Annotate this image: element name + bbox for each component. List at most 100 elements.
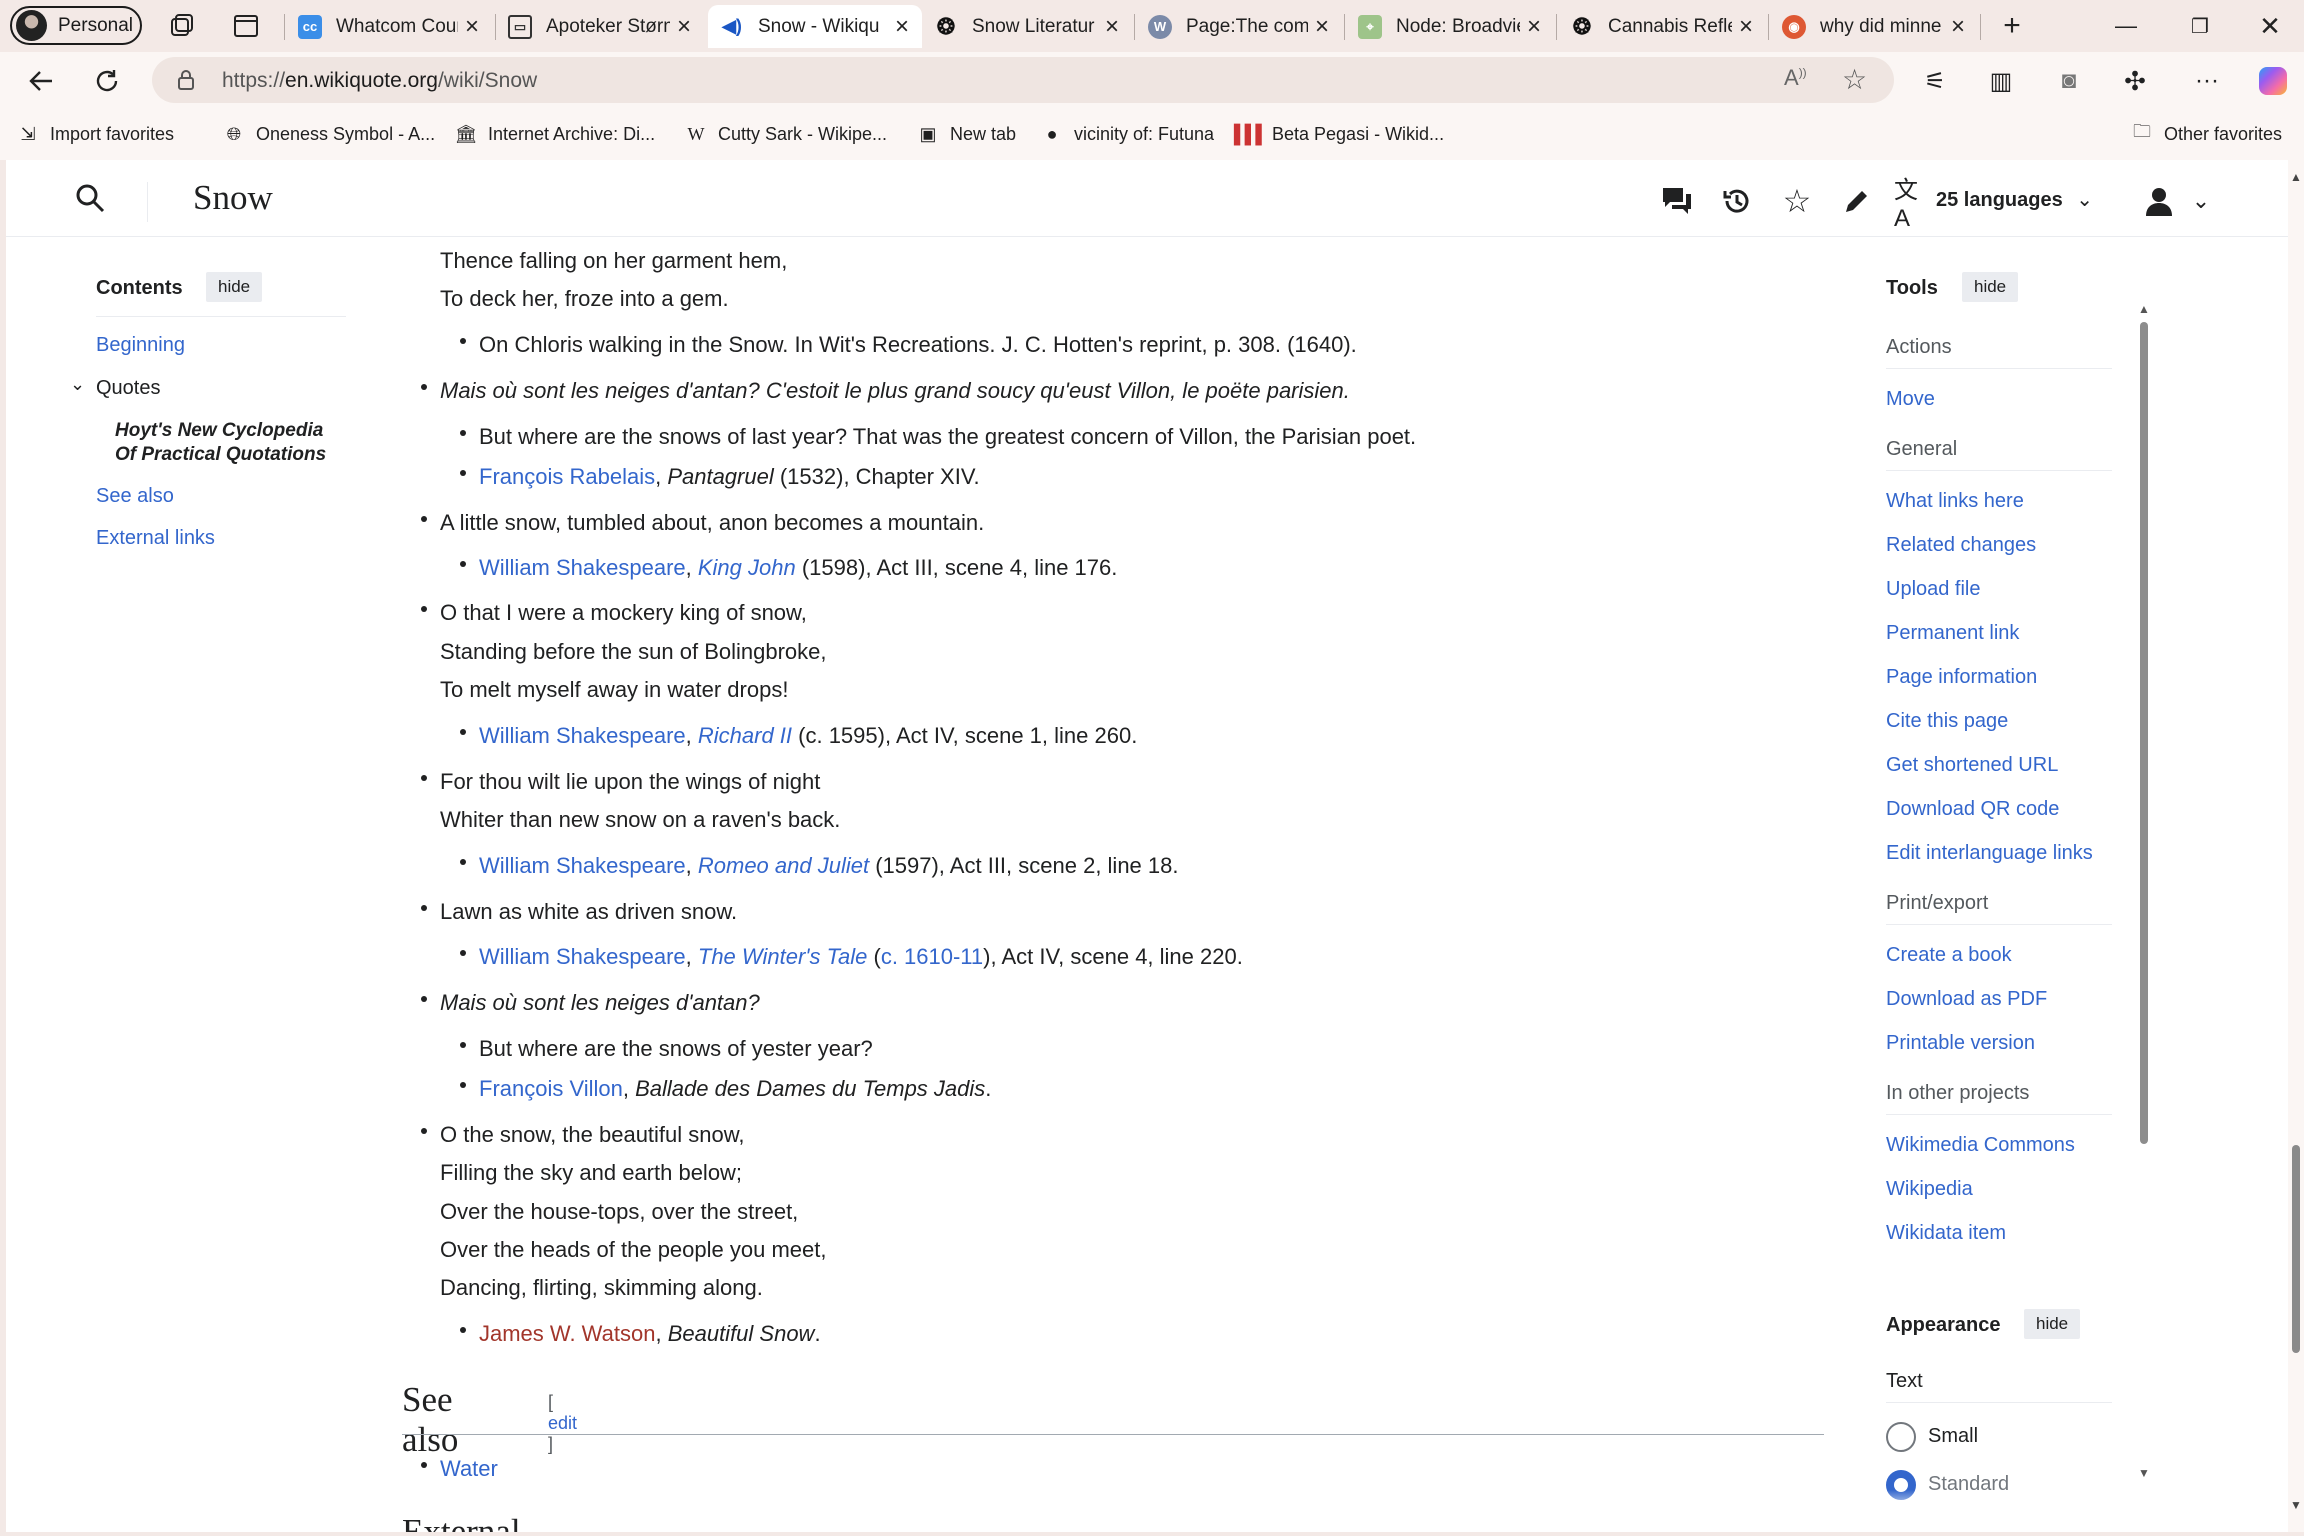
- see-also-link-water[interactable]: Water: [440, 1456, 498, 1482]
- tool-get-shortened-url[interactable]: Get shortened URL: [1886, 754, 2058, 777]
- vertical-tabs-icon[interactable]: [230, 10, 262, 42]
- author-link[interactable]: William Shakespeare: [479, 723, 686, 748]
- close-icon[interactable]: ×: [670, 13, 698, 41]
- more-icon[interactable]: ···: [2188, 62, 2226, 100]
- tool-upload-file[interactable]: Upload file: [1886, 578, 1981, 601]
- workspaces-icon[interactable]: [166, 10, 198, 42]
- tool-edit-interlanguage[interactable]: Edit interlanguage links: [1886, 842, 2093, 865]
- tool-move[interactable]: Move: [1886, 388, 1935, 411]
- toc-item-hoyt[interactable]: Hoyt's New Cyclopedia Of Practical Quotat…: [115, 419, 375, 467]
- languages-button[interactable]: 25 languages ⌄: [1936, 187, 2093, 212]
- work-link[interactable]: The Winter's Tale: [698, 944, 867, 969]
- tab-snow-wikiquote[interactable]: ◀) Snow - Wikiqu ×: [708, 5, 922, 48]
- read-aloud-icon[interactable]: A)): [1784, 65, 1807, 91]
- address-bar[interactable]: https://en.wikiquote.org/wiki/Snow A)) ☆: [152, 57, 1894, 103]
- screenshot-icon[interactable]: ◙: [2050, 62, 2088, 100]
- puzzle-icon[interactable]: ✣: [2116, 62, 2154, 100]
- user-icon[interactable]: [2140, 182, 2178, 220]
- close-icon[interactable]: ×: [888, 13, 916, 41]
- favorite-new-tab[interactable]: ▣ New tab: [916, 121, 1016, 147]
- copilot-icon[interactable]: [2254, 62, 2292, 100]
- other-favorites[interactable]: 🗀︎ Other favorites: [2130, 121, 2282, 147]
- favorite-cutty-sark[interactable]: W Cutty Sark - Wikipe...: [684, 121, 888, 147]
- close-icon[interactable]: ×: [1732, 13, 1760, 41]
- new-tab-button[interactable]: +: [1988, 8, 2036, 44]
- tool-download-pdf[interactable]: Download as PDF: [1886, 988, 2047, 1011]
- close-icon[interactable]: ×: [1520, 13, 1548, 41]
- tab-cannabis[interactable]: ❂ Cannabis Refle ×: [1558, 5, 1766, 48]
- tool-wikimedia-commons[interactable]: Wikimedia Commons: [1886, 1134, 2075, 1157]
- refresh-button[interactable]: [88, 62, 126, 100]
- tools-scrollbar[interactable]: ▲ ▼: [2138, 302, 2150, 1482]
- work-link[interactable]: Romeo and Juliet: [698, 853, 869, 878]
- tools-scrollbar-thumb[interactable]: [2140, 322, 2148, 1144]
- watch-star-icon[interactable]: ☆: [1778, 182, 1816, 220]
- chevron-down-icon[interactable]: ⌄: [2182, 182, 2220, 220]
- profile-button[interactable]: Personal: [10, 6, 142, 45]
- source-line: William Shakespeare, Romeo and Juliet (1…: [479, 853, 1179, 878]
- toc-item-quotes[interactable]: Quotes: [96, 377, 160, 400]
- author-link[interactable]: William Shakespeare: [479, 944, 686, 969]
- favorite-beta-pegasi[interactable]: ▌▌▌ Beta Pegasi - Wikid...: [1234, 121, 1444, 147]
- toc-item-see-also[interactable]: See also: [96, 485, 174, 508]
- back-button[interactable]: [22, 62, 60, 100]
- edit-pencil-icon[interactable]: [1838, 182, 1876, 220]
- author-link[interactable]: François Rabelais: [479, 464, 655, 489]
- collections-icon[interactable]: ▥: [1982, 62, 2020, 100]
- restore-button[interactable]: ❐: [2176, 8, 2224, 44]
- tool-permanent-link[interactable]: Permanent link: [1886, 622, 2019, 645]
- talk-icon[interactable]: [1658, 182, 1696, 220]
- author-link[interactable]: William Shakespeare: [479, 853, 686, 878]
- minimize-button[interactable]: —: [2102, 8, 2150, 44]
- author-link[interactable]: William Shakespeare: [479, 555, 686, 580]
- tab-duckduckgo[interactable]: ◉ why did minne ×: [1770, 5, 1978, 48]
- tool-create-book[interactable]: Create a book: [1886, 944, 2012, 967]
- tools-hide-button[interactable]: hide: [1962, 272, 2019, 302]
- work-link[interactable]: Richard II: [698, 723, 792, 748]
- close-icon[interactable]: ×: [1098, 13, 1126, 41]
- favorite-import[interactable]: ⇲ Import favorites: [16, 121, 174, 147]
- tab-apoteker[interactable]: ▭ Apoteker Størm ×: [496, 5, 704, 48]
- author-redlink[interactable]: James W. Watson: [479, 1321, 655, 1346]
- tab-node-broadview[interactable]: ⌖ Node: Broadvie ×: [1346, 5, 1554, 48]
- search-icon[interactable]: [74, 182, 106, 219]
- author-link[interactable]: François Villon: [479, 1076, 623, 1101]
- toc-item-external-links[interactable]: External links: [96, 527, 215, 550]
- tool-page-information[interactable]: Page information: [1886, 666, 2037, 689]
- page-scrollbar-thumb[interactable]: [2292, 1145, 2300, 1353]
- close-window-button[interactable]: ✕: [2246, 8, 2294, 44]
- favorite-internet-archive[interactable]: 🏛︎ Internet Archive: Di...: [454, 121, 656, 147]
- favorite-oneness[interactable]: 🌐︎ Oneness Symbol - A...: [222, 121, 435, 147]
- tab-page-comp[interactable]: W Page:The comp ×: [1136, 5, 1342, 48]
- close-icon[interactable]: ×: [1308, 13, 1336, 41]
- extension-icon[interactable]: ⚟: [1916, 62, 1954, 100]
- tool-wikipedia[interactable]: Wikipedia: [1886, 1178, 1973, 1201]
- appearance-hide-button[interactable]: hide: [2024, 1309, 2081, 1339]
- edit-link[interactable]: edit: [548, 1413, 577, 1433]
- date-link[interactable]: c. 1610-11: [881, 944, 983, 969]
- scroll-down-icon[interactable]: ▼: [2138, 1466, 2150, 1480]
- tool-printable-version[interactable]: Printable version: [1886, 1032, 2035, 1055]
- favorite-star-icon[interactable]: ☆: [1842, 63, 1867, 96]
- favorite-futuna[interactable]: ● vicinity of: Futuna: [1040, 121, 1215, 147]
- tool-wikidata-item[interactable]: Wikidata item: [1886, 1222, 2006, 1245]
- close-icon[interactable]: ×: [458, 13, 486, 41]
- scroll-up-icon[interactable]: ▲: [2138, 302, 2150, 316]
- tool-what-links-here[interactable]: What links here: [1886, 490, 2024, 513]
- tool-related-changes[interactable]: Related changes: [1886, 534, 2036, 557]
- tool-download-qr[interactable]: Download QR code: [1886, 798, 2059, 821]
- radio-small[interactable]: [1886, 1422, 1916, 1452]
- tab-whatcom[interactable]: cc Whatcom Cour ×: [286, 5, 492, 48]
- close-icon[interactable]: ×: [1944, 13, 1972, 41]
- page-scrollbar[interactable]: ▲ ▼: [2288, 160, 2304, 1532]
- history-icon[interactable]: [1718, 182, 1756, 220]
- scroll-up-icon[interactable]: ▲: [2288, 170, 2304, 184]
- chevron-down-icon[interactable]: ⌄: [70, 374, 85, 395]
- work-link[interactable]: King John: [698, 555, 796, 580]
- toc-item-beginning[interactable]: Beginning: [96, 334, 185, 357]
- toc-hide-button[interactable]: hide: [206, 272, 263, 302]
- language-icon[interactable]: 文A: [1894, 177, 1932, 232]
- scroll-down-icon[interactable]: ▼: [2288, 1498, 2304, 1512]
- tab-snow-literature[interactable]: ❂ Snow Literatur ×: [922, 5, 1132, 48]
- tool-cite-this-page[interactable]: Cite this page: [1886, 710, 2008, 733]
